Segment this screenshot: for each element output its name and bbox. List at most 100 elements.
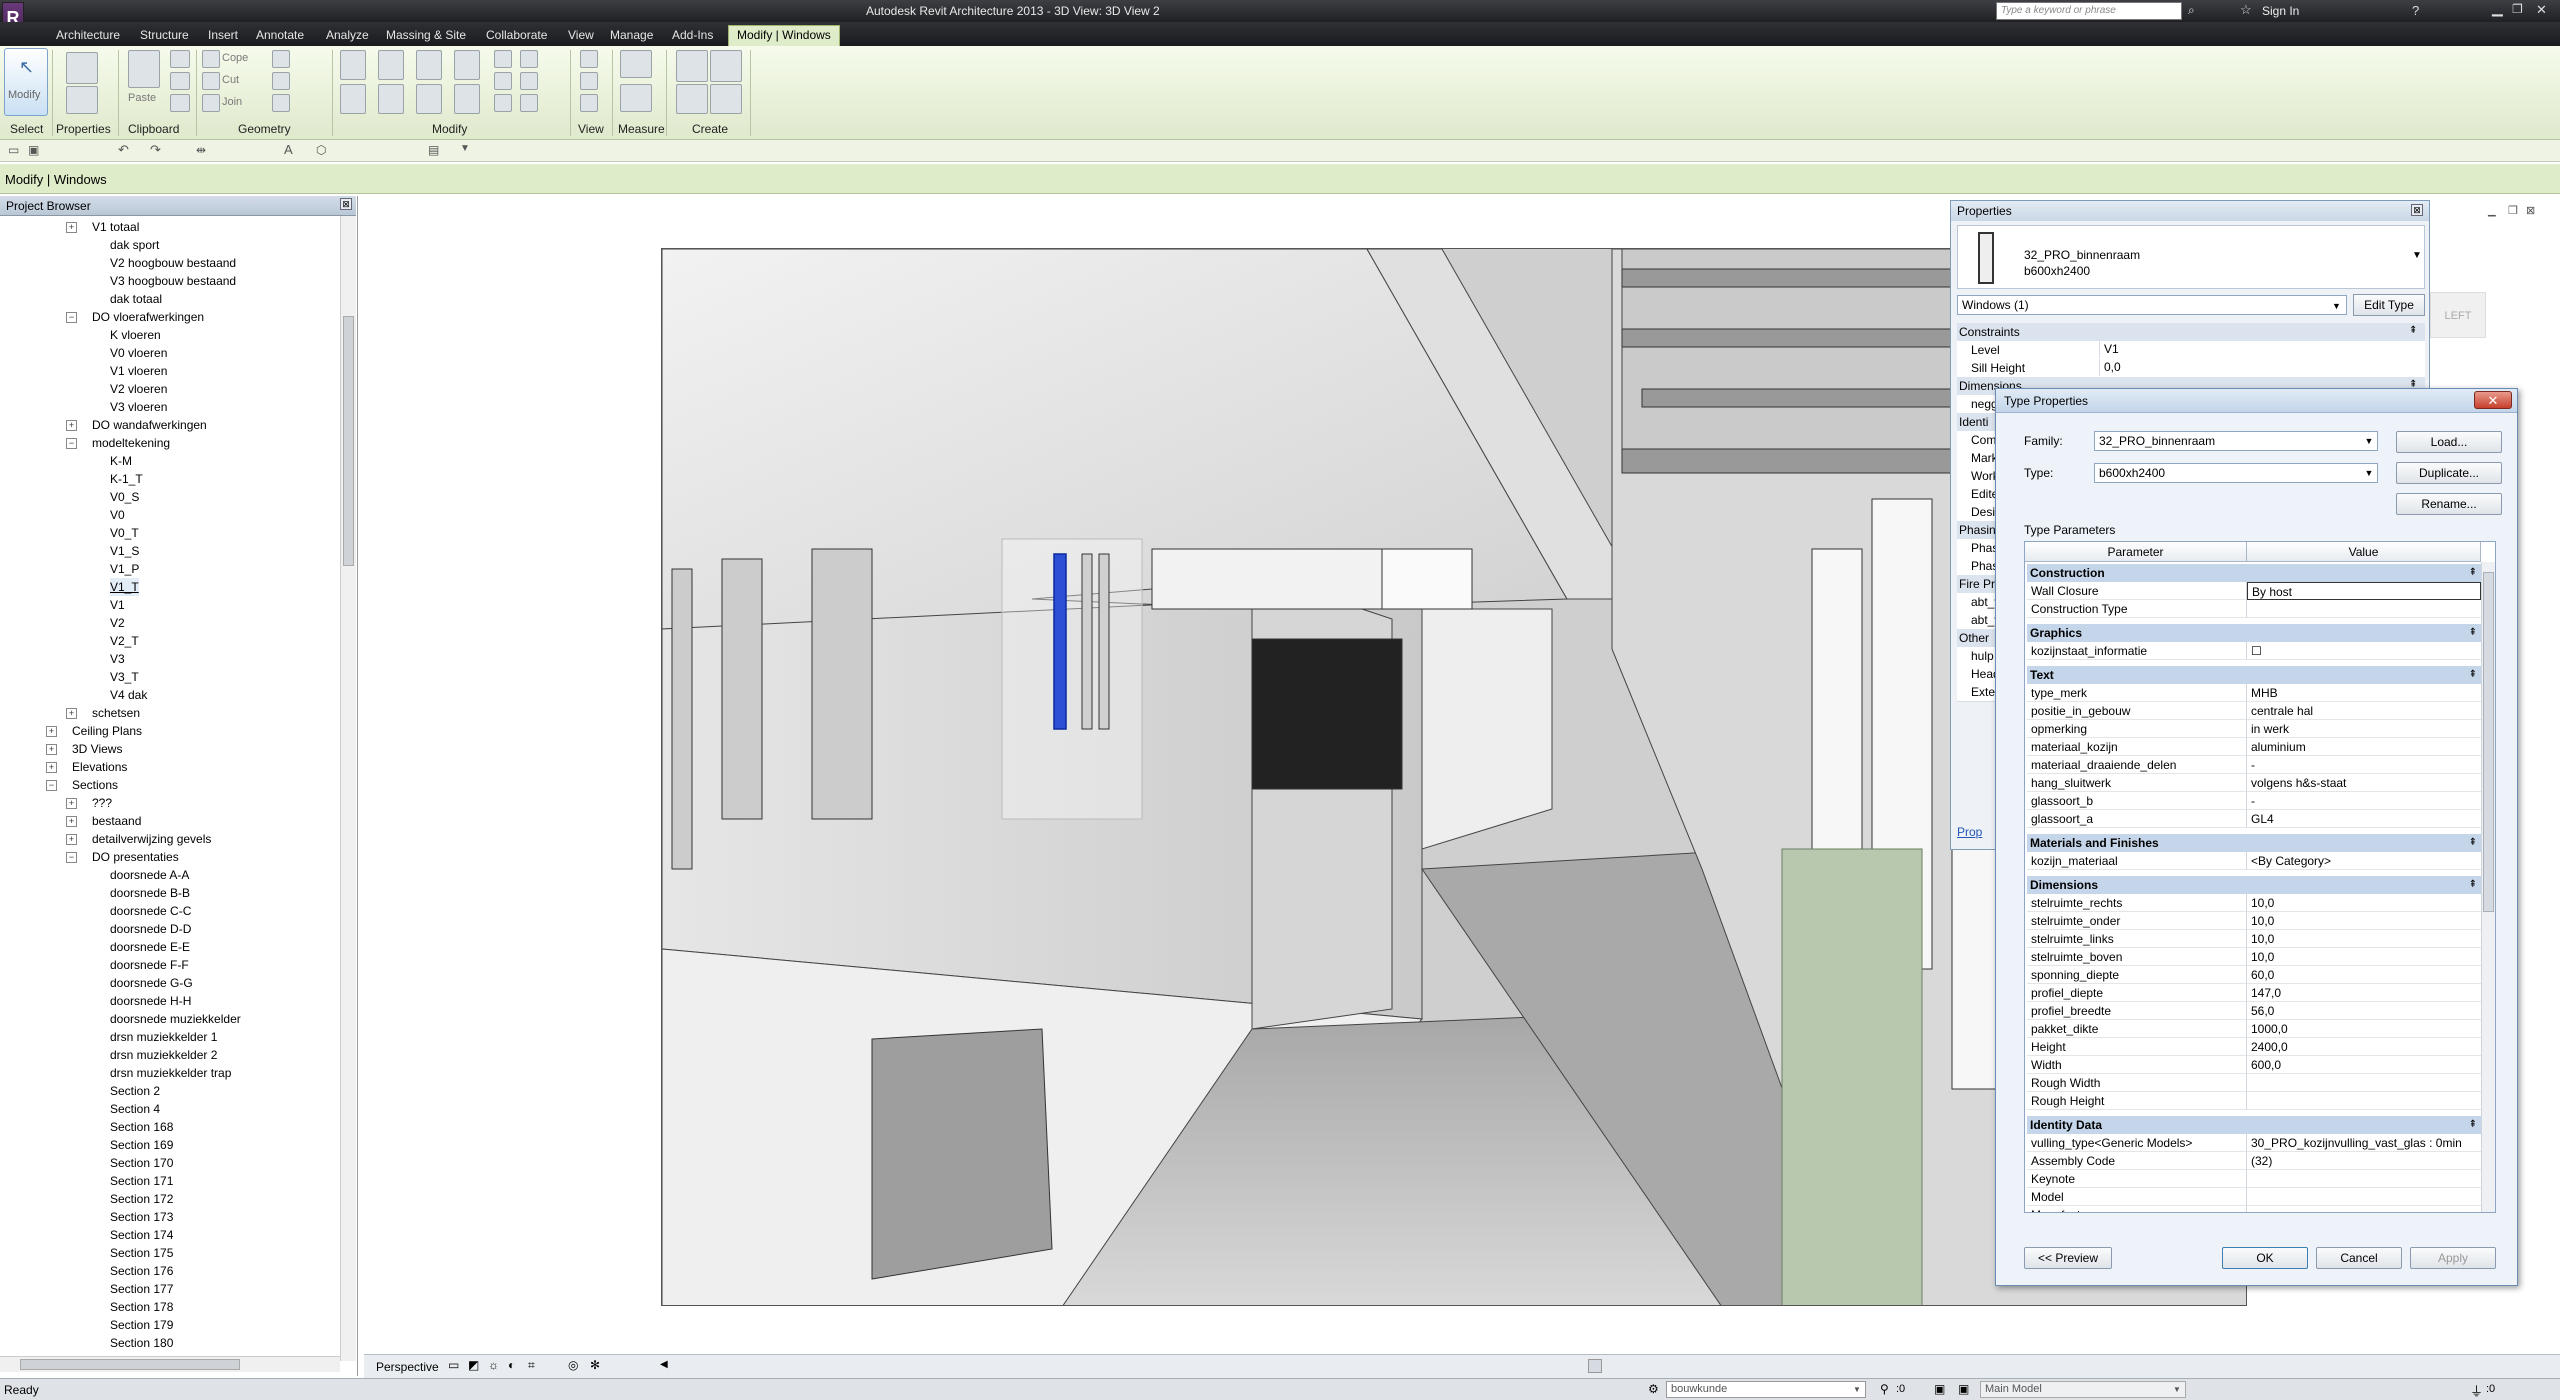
browser-view-item[interactable]: V3 hoogbouw bestaand [0,272,338,290]
type-properties-icon[interactable] [66,86,98,114]
browser-view-item[interactable]: drsn muziekkelder trap [0,1064,338,1082]
browser-group-item[interactable]: +3D Views [0,740,338,758]
browser-view-item[interactable]: V2 [0,614,338,632]
parameter-value[interactable]: ☐ [2247,642,2481,660]
type-parameters-scrollbar[interactable] [2481,562,2495,1212]
parameter-value[interactable]: By host [2247,582,2481,600]
view-mode-label[interactable]: Perspective [376,1360,439,1374]
panel-create[interactable]: Create [692,122,728,136]
parameter-value[interactable] [2247,1206,2481,1212]
cancel-button[interactable]: Cancel [2316,1247,2402,1269]
tab-collaborate[interactable]: Collaborate [478,26,555,48]
tab-architecture[interactable]: Architecture [48,26,128,48]
properties-close-icon[interactable]: ⊠ [2411,204,2423,216]
unpin-icon[interactable] [520,72,538,90]
collapse-icon[interactable]: − [46,780,57,791]
browser-view-item[interactable]: V3 [0,650,338,668]
ok-button[interactable]: OK [2222,1247,2308,1269]
group-collapse-icon[interactable]: ⇞ [2469,876,2477,894]
browser-view-item[interactable]: V3_T [0,668,338,686]
parameter-value[interactable]: (32) [2247,1152,2481,1170]
browser-scroll-thumb[interactable] [343,316,354,566]
join-icon[interactable] [202,94,220,112]
parameter-value[interactable]: 10,0 [2247,948,2481,966]
browser-view-item[interactable]: V1_S [0,542,338,560]
browser-view-item[interactable]: doorsnede C-C [0,902,338,920]
parameter-value[interactable]: centrale hal [2247,702,2481,720]
parameter-value[interactable]: in werk [2247,720,2481,738]
browser-view-item[interactable]: Section 178 [0,1298,338,1316]
view-cube[interactable]: LEFT [2430,292,2486,338]
tab-manage[interactable]: Manage [602,26,661,48]
properties-help-link[interactable]: Prop [1957,825,1982,839]
browser-view-item[interactable]: V1 vloeren [0,362,338,380]
filter-icon[interactable]: ⏚ [2470,1381,2483,1400]
browser-view-item[interactable]: drsn muziekkelder 1 [0,1028,338,1046]
active-workset-dropdown[interactable]: bouwkunde ▼ [1666,1381,1866,1398]
parameter-value[interactable]: 600,0 [2247,1056,2481,1074]
parameter-value[interactable] [2247,1188,2481,1206]
tab-add-ins[interactable]: Add-Ins [664,26,721,48]
properties-icon[interactable] [66,52,98,84]
view-minimize-icon[interactable]: ▁ [2488,206,2496,217]
edit-type-button[interactable]: Edit Type [2353,294,2425,316]
browser-view-item[interactable]: drsn muziekkelder 2 [0,1046,338,1064]
browser-group-item[interactable]: + bestaand [0,812,338,830]
parameter-value[interactable] [2247,1074,2481,1092]
expand-icon[interactable]: + [66,798,77,809]
browser-hscroll-thumb[interactable] [20,1359,240,1370]
type-selector-arrow-icon[interactable]: ▼ [2412,250,2422,261]
browser-view-item[interactable]: Section 171 [0,1172,338,1190]
parameter-value[interactable]: MHB [2247,684,2481,702]
collapse-icon[interactable]: − [66,312,77,323]
browser-group-item[interactable]: + schetsen [0,704,338,722]
expand-icon[interactable]: + [46,762,57,773]
browser-view-item[interactable]: V4 dak [0,686,338,704]
apply-button[interactable]: Apply [2410,1247,2496,1269]
parameter-value[interactable]: 10,0 [2247,912,2481,930]
browser-view-item[interactable]: V1_T [0,578,338,596]
worksets-icon[interactable]: ⚙ [1648,1382,1659,1396]
browser-group-item[interactable]: + detailverwijzing gevels [0,830,338,848]
search-input[interactable]: Type a keyword or phrase [1996,2,2182,20]
parameter-value[interactable]: 2400,0 [2247,1038,2481,1056]
panel-modify[interactable]: Modify [432,122,467,136]
browser-group-item[interactable]: − modeltekening [0,434,338,452]
mirror-draw-icon[interactable] [454,50,480,80]
browser-group-item[interactable]: − DO vloerafwerkingen [0,308,338,326]
visual-style-icon[interactable]: ◩ [468,1358,479,1372]
shadows-icon[interactable]: ◐ [508,1358,515,1372]
editable-only-icon[interactable]: ⚲ [1880,1382,1889,1396]
browser-view-item[interactable]: Section 180 [0,1334,338,1352]
rename-button[interactable]: Rename... [2396,493,2502,515]
save-icon[interactable]: ▣ [28,143,39,157]
cut-label[interactable]: Cut [222,74,239,86]
value-column-header[interactable]: Value [2247,542,2481,562]
open-icon[interactable]: ▭ [8,143,19,157]
parameter-column-header[interactable]: Parameter [2025,542,2247,562]
category-collapse-icon[interactable]: ⇞ [2409,325,2417,336]
panel-select[interactable]: Select [10,122,43,136]
paint-icon[interactable] [272,72,290,90]
copy-icon[interactable] [170,72,190,90]
expand-icon[interactable]: + [46,744,57,755]
parameter-value[interactable]: - [2247,792,2481,810]
properties-row[interactable]: Sill Height 0,0 [1957,359,2425,378]
browser-view-item[interactable]: V3 vloeren [0,398,338,416]
cope-icon[interactable] [202,50,220,68]
browser-view-item[interactable]: Section 169 [0,1136,338,1154]
parameter-group-header[interactable]: Construction ⇞ [2027,564,2481,582]
browser-group-item[interactable]: + DO wandafwerkingen [0,416,338,434]
parameter-value[interactable]: <By Category> [2247,852,2481,870]
scale-icon[interactable] [494,94,512,112]
scroll-left-icon[interactable]: ◀ [660,1359,668,1370]
group-collapse-icon[interactable]: ⇞ [2469,624,2477,642]
browser-view-item[interactable]: doorsnede G-G [0,974,338,992]
reveal-hidden-icon[interactable]: ✻ [590,1358,600,1372]
browser-view-item[interactable]: Section 175 [0,1244,338,1262]
browser-view-item[interactable]: Section 179 [0,1316,338,1334]
browser-view-item[interactable]: dak totaal [0,290,338,308]
switch-windows-icon[interactable]: ▤ [428,143,439,157]
browser-view-item[interactable]: doorsnede E-E [0,938,338,956]
group-collapse-icon[interactable]: ⇞ [2469,666,2477,684]
